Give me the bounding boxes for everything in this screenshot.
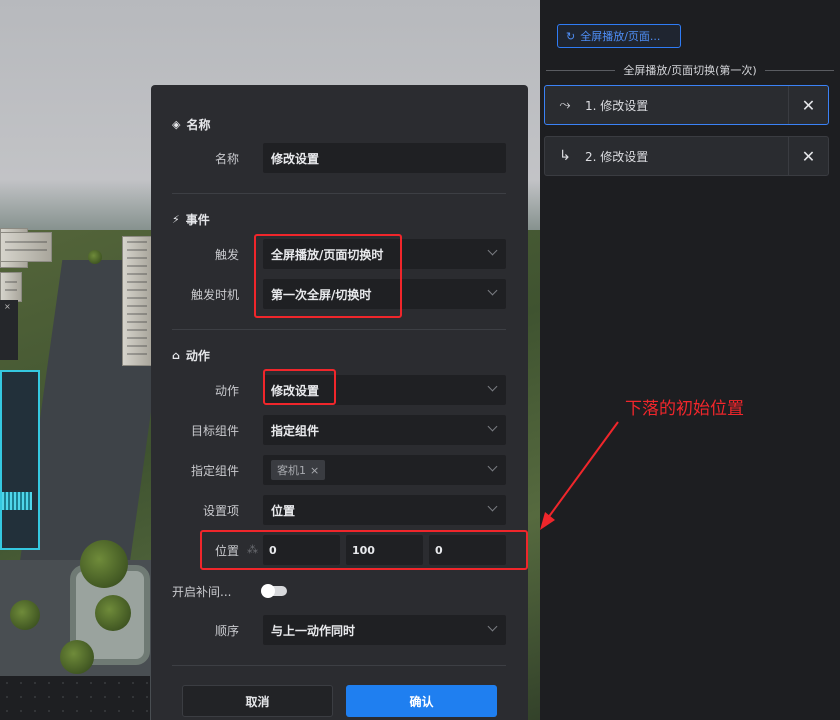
annotation-arrow bbox=[540, 421, 619, 530]
